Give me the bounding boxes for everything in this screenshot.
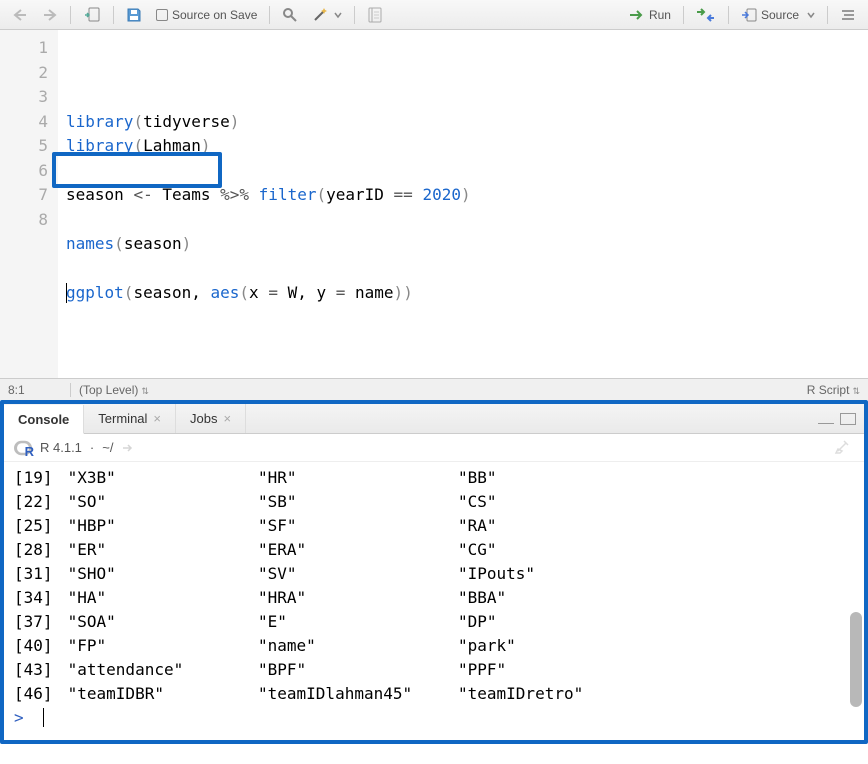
- source-on-save-toggle[interactable]: Source on Save: [150, 5, 263, 25]
- console-line: [43] "attendance""BPF""PPF": [14, 658, 854, 682]
- tab-terminal[interactable]: Terminal ×: [84, 404, 176, 433]
- code-line[interactable]: library(tidyverse): [66, 110, 860, 135]
- console-line: [46] "teamIDBR""teamIDlahman45""teamIDre…: [14, 682, 854, 706]
- forward-button[interactable]: [36, 5, 64, 25]
- separator: [354, 6, 355, 24]
- editor-toolbar: Source on Save Run Source: [0, 0, 868, 30]
- console-line: [40] "FP""name""park": [14, 634, 854, 658]
- search-icon: [282, 7, 298, 23]
- code-line[interactable]: ggplot(season, aes(x = W, y = name)): [66, 281, 860, 306]
- source-button-label: Source: [761, 8, 799, 22]
- language-selector[interactable]: R Script⇅: [807, 383, 860, 397]
- text-cursor: [66, 283, 67, 303]
- console-line: [25] "HBP""SF""RA": [14, 514, 854, 538]
- code-line[interactable]: [66, 159, 860, 184]
- run-button[interactable]: Run: [623, 5, 677, 25]
- save-button[interactable]: [120, 4, 148, 26]
- broom-icon[interactable]: [834, 437, 854, 455]
- console-line: [19] "X3B""HR""BB": [14, 466, 854, 490]
- separator: [113, 6, 114, 24]
- editor-status-bar: 8:1 (Top Level)⇅ R Script⇅: [0, 378, 868, 400]
- scope-selector[interactable]: (Top Level)⇅: [79, 383, 807, 397]
- compile-report-button[interactable]: [361, 4, 389, 26]
- checkbox-icon: [156, 9, 168, 21]
- back-button[interactable]: [6, 5, 34, 25]
- run-label: Run: [649, 8, 671, 22]
- code-line[interactable]: season <- Teams %>% filter(yearID == 202…: [66, 183, 860, 208]
- outline-button[interactable]: [834, 5, 862, 25]
- minimize-icon[interactable]: [818, 422, 834, 424]
- line-number: 3: [0, 85, 48, 110]
- show-in-file-button[interactable]: [77, 4, 107, 26]
- notebook-icon: [367, 7, 383, 23]
- chevron-down-icon: [334, 11, 342, 19]
- wand-icon: [312, 7, 330, 23]
- line-number: 4: [0, 110, 48, 135]
- save-icon: [126, 7, 142, 23]
- console-line: [22] "SO""SB""CS": [14, 490, 854, 514]
- separator: [269, 6, 270, 24]
- line-number: 7: [0, 183, 48, 208]
- line-number: 6: [0, 159, 48, 184]
- console-line: [34] "HA""HRA""BBA": [14, 586, 854, 610]
- line-number: 1: [0, 36, 48, 61]
- console-header: R R 4.1.1 · ~/: [4, 434, 864, 462]
- code-line[interactable]: [66, 257, 860, 282]
- rerun-button[interactable]: [690, 5, 722, 25]
- find-button[interactable]: [276, 4, 304, 26]
- r-version: R 4.1.1: [40, 440, 82, 455]
- source-on-save-label: Source on Save: [172, 8, 257, 22]
- console-line: [37] "SOA""E""DP": [14, 610, 854, 634]
- console-line: [31] "SHO""SV""IPouts": [14, 562, 854, 586]
- separator: [728, 6, 729, 24]
- separator: [827, 6, 828, 24]
- separator: [70, 383, 71, 397]
- tab-console[interactable]: Console: [4, 405, 84, 434]
- separator: [683, 6, 684, 24]
- dot-separator: ·: [90, 440, 94, 455]
- file-arrow-icon: [83, 7, 101, 23]
- scroll-thumb[interactable]: [850, 612, 862, 707]
- tab-jobs[interactable]: Jobs ×: [176, 404, 246, 433]
- close-icon[interactable]: ×: [223, 411, 231, 426]
- line-number: 5: [0, 134, 48, 159]
- console-output[interactable]: [19] "X3B""HR""BB"[22] "SO""SB""CS"[25] …: [4, 462, 864, 740]
- source-button[interactable]: Source: [735, 5, 821, 25]
- separator: [70, 6, 71, 24]
- run-icon: [629, 9, 645, 21]
- code-tools-button[interactable]: [306, 4, 348, 26]
- maximize-icon[interactable]: [840, 413, 856, 425]
- updown-icon: ⇅: [141, 386, 149, 396]
- working-dir[interactable]: ~/: [102, 440, 113, 455]
- console-tabs: Console Terminal × Jobs ×: [4, 404, 864, 434]
- cursor-position: 8:1: [8, 383, 70, 397]
- console-prompt[interactable]: >: [14, 706, 854, 730]
- r-logo-icon: R: [14, 439, 32, 457]
- code-line[interactable]: library(Lahman): [66, 134, 860, 159]
- source-icon: [741, 8, 757, 22]
- line-gutter: 12345678: [0, 30, 58, 378]
- line-number: 8: [0, 208, 48, 233]
- code-line[interactable]: [66, 208, 860, 233]
- updown-icon: ⇅: [852, 386, 860, 396]
- rerun-icon: [696, 8, 716, 22]
- popout-icon[interactable]: [121, 442, 135, 454]
- line-number: 2: [0, 61, 48, 86]
- console-line: [28] "ER""ERA""CG": [14, 538, 854, 562]
- code-area[interactable]: library(tidyverse)library(Lahman) season…: [58, 30, 868, 378]
- arrow-right-icon: [42, 8, 58, 22]
- source-editor[interactable]: 12345678 library(tidyverse)library(Lahma…: [0, 30, 868, 378]
- arrow-left-icon: [12, 8, 28, 22]
- scrollbar[interactable]: [850, 462, 862, 740]
- code-line[interactable]: names(season): [66, 232, 860, 257]
- outline-icon: [840, 8, 856, 22]
- close-icon[interactable]: ×: [153, 411, 161, 426]
- chevron-down-icon: [807, 11, 815, 19]
